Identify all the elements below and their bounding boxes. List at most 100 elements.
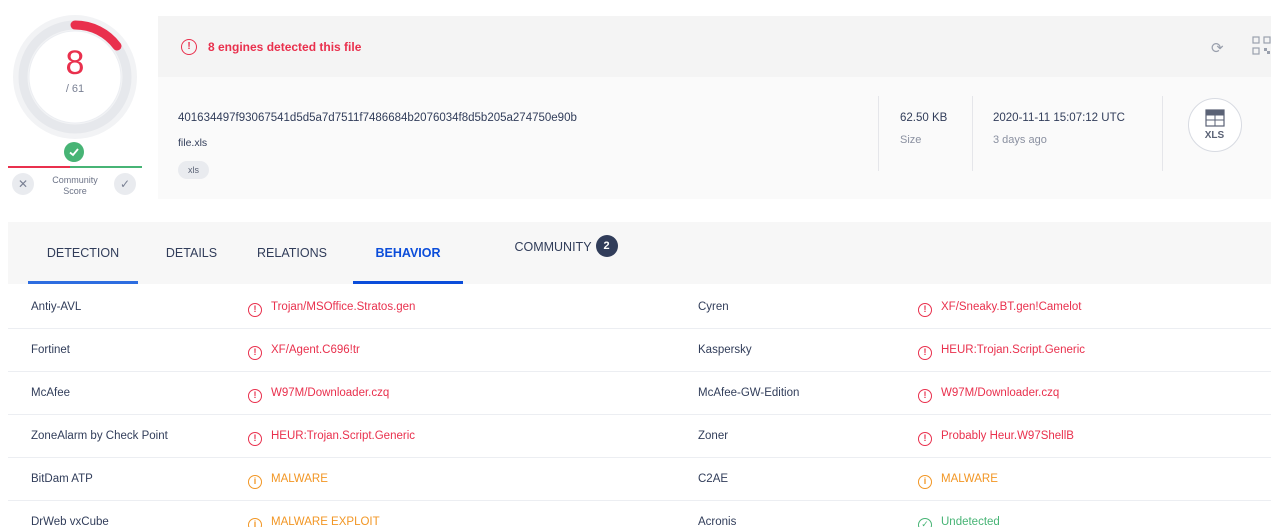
tab-behavior[interactable]: BEHAVIOR [353,222,463,284]
table-row: Fortinet ! XF/Agent.C696!tr Kaspersky ! HE… [8,329,1271,372]
file-name: file.xls [178,137,208,149]
alert-circle-icon: ! [248,389,262,403]
tab-label: DETECTION [46,246,120,260]
detection-result: ! XF/Sneaky.BT.gen!Camelot [918,301,1081,317]
alert-circle-icon: ! [918,303,932,317]
community-label-line1: Community [52,175,98,185]
community-score-label: Community Score [40,175,110,197]
file-hash[interactable]: 401634497f93067541d5d5a7d7511f7486684b20… [178,112,577,124]
result-label: Undetected [941,516,1000,527]
detection-result: i MALWARE [248,473,328,489]
alert-circle-icon: ! [181,39,197,55]
alert-circle-icon: ! [248,432,262,446]
result-label: Probably Heur.W97ShellB [941,430,1074,442]
vote-harmful-button[interactable]: ✕ [12,173,34,195]
alert-circle-icon: ! [918,432,932,446]
detection-table: Antiy-AVL ! Trojan/MSOffice.Stratos.gen C… [8,286,1271,527]
tab-underline [28,281,138,284]
detection-result: ! Trojan/MSOffice.Stratos.gen [248,301,415,317]
detection-result: i MALWARE [918,473,998,489]
engine-name: C2AE [698,473,729,485]
tab-community[interactable]: COMMUNITY 2 [496,222,636,284]
engine-name: DrWeb vxCube [31,516,109,527]
engine-name: Zoner [698,430,729,442]
detection-result: ! Probably Heur.W97ShellB [918,430,1074,446]
community-count-badge: 2 [595,234,618,257]
result-label: XF/Sneaky.BT.gen!Camelot [941,301,1082,313]
engine-name: Cyren [698,301,729,313]
alert-circle-icon: ! [248,303,262,317]
detection-message: 8 engines detected this file [208,40,362,54]
result-label: HEUR:Trojan.Script.Generic [941,344,1086,356]
tab-label: BEHAVIOR [375,246,441,260]
divider [878,96,879,171]
check-circle-icon: ✓ [918,518,932,527]
file-tag[interactable]: xls [178,161,209,179]
info-circle-icon: i [248,518,262,527]
community-label-line2: Score [63,186,87,196]
detection-result: ! HEUR:Trojan.Script.Generic [918,344,1085,360]
result-label: XF/Agent.C696!tr [271,344,360,356]
detection-result: i MALWARE EXPLOIT [248,516,380,527]
result-label: MALWARE [271,473,328,485]
engine-name: Acronis [698,516,737,527]
engine-name: Kaspersky [698,344,752,356]
check-icon: ✓ [119,177,131,191]
qr-code-icon[interactable] [1252,36,1271,55]
file-summary-panel: ! 8 engines detected this file ⟳ 4016344… [158,16,1271,199]
engine-name: Fortinet [31,344,70,356]
score-total: / 61 [65,83,85,95]
engine-name: McAfee [31,387,70,399]
file-size-value: 62.50 KB [900,112,948,124]
detection-result: ! W97M/Downloader.czq [918,387,1059,403]
tab-label: RELATIONS [257,246,327,260]
table-row: McAfee ! W97M/Downloader.czq McAfee-GW-Ed… [8,372,1271,415]
score-detected: 8 [65,44,85,82]
result-label: MALWARE [941,473,998,485]
alert-circle-icon: ! [248,346,262,360]
divider [1162,96,1163,171]
info-circle-icon: i [248,475,262,489]
check-circle-icon [64,142,84,162]
detection-score-widget: 8 / 61 ✕ Community Score ✓ [0,0,150,205]
report-tabs: DETECTION DETAILS RELATIONS BEHAVIOR COM… [8,222,1271,284]
result-label: W97M/Downloader.czq [271,387,390,399]
detection-result: ✓ Undetected [918,516,1000,527]
detection-banner: ! 8 engines detected this file ⟳ [158,16,1271,77]
scan-date-relative: 3 days ago [993,134,1047,146]
detection-result: ! XF/Agent.C696!tr [248,344,360,360]
info-circle-icon: i [918,475,932,489]
engine-name: Antiy-AVL [31,301,82,313]
spreadsheet-icon [1205,109,1225,127]
engine-name: ZoneAlarm by Check Point [31,430,168,442]
result-label: W97M/Downloader.czq [941,387,1060,399]
result-label: MALWARE EXPLOIT [271,516,380,527]
engine-name: BitDam ATP [31,473,93,485]
tab-label: COMMUNITY [514,240,592,254]
filetype-label: XLS [1204,130,1225,141]
tab-details[interactable]: DETAILS [154,222,229,284]
detection-result: ! HEUR:Trojan.Script.Generic [248,430,415,446]
result-label: Trojan/MSOffice.Stratos.gen [271,301,416,313]
tab-underline [353,281,463,284]
community-score-bar [8,166,142,168]
close-icon: ✕ [17,177,29,191]
tab-relations[interactable]: RELATIONS [246,222,338,284]
vote-harmless-button[interactable]: ✓ [114,173,136,195]
divider [972,96,973,171]
table-row: BitDam ATP i MALWARE C2AE i MALWARE [8,458,1271,501]
table-row: ZoneAlarm by Check Point ! HEUR:Trojan.Sc… [8,415,1271,458]
engine-name: McAfee-GW-Edition [698,387,800,399]
file-size-label: Size [900,134,922,146]
result-label: HEUR:Trojan.Script.Generic [271,430,416,442]
xls-file-icon: XLS [1188,98,1242,152]
refresh-icon[interactable]: ⟳ [1211,39,1224,57]
tab-label: DETAILS [165,246,218,260]
tab-detection[interactable]: DETECTION [28,222,138,284]
table-row: DrWeb vxCube i MALWARE EXPLOIT Acronis ✓ U… [8,501,1271,527]
alert-circle-icon: ! [918,346,932,360]
alert-circle-icon: ! [918,389,932,403]
scan-date-value: 2020-11-11 15:07:12 UTC [993,112,1125,124]
detection-result: ! W97M/Downloader.czq [248,387,389,403]
table-row: Antiy-AVL ! Trojan/MSOffice.Stratos.gen C… [8,286,1271,329]
